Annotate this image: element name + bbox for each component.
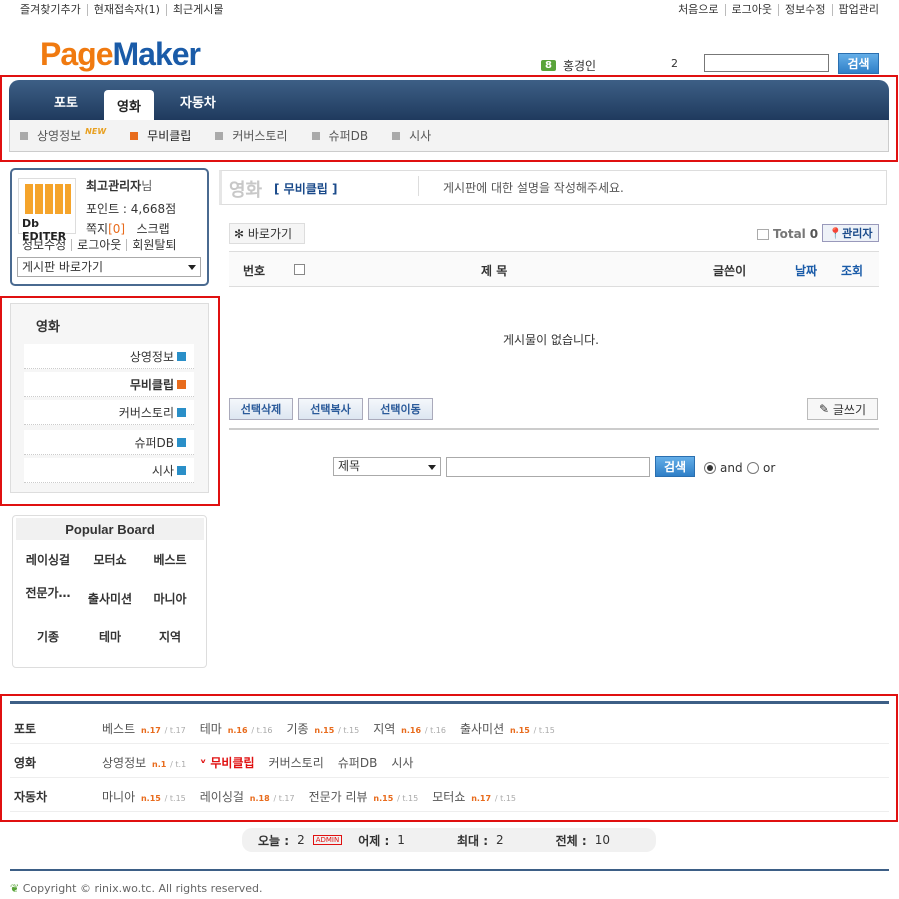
list-icon <box>757 228 769 240</box>
col-no: 번호 <box>243 264 266 278</box>
select-copy-button[interactable]: 선택복사 <box>298 398 363 420</box>
popular-item[interactable]: 출사미션 <box>80 590 140 607</box>
board-description: 게시판에 대한 설명을 작성해주세요. <box>443 181 624 195</box>
popular-item[interactable]: 기종 <box>18 628 78 645</box>
visitor-stats: 오늘 : 2 ADMIN 어제 : 1 최대 : 2 전체 : 10 <box>242 828 656 852</box>
board-title: 영화 <box>229 180 263 201</box>
select-move-button[interactable]: 선택이동 <box>368 398 433 420</box>
popular-item[interactable]: 전문가… <box>18 584 78 601</box>
current-users-link[interactable]: 현재접속자(1) <box>86 4 166 16</box>
popular-item[interactable]: 모터쇼 <box>80 551 140 568</box>
radio-icon <box>704 462 716 474</box>
site-logo[interactable]: PageMaker <box>40 36 201 73</box>
shortcut-button[interactable]: ✻ 바로가기 <box>229 223 305 244</box>
recent-posts-link[interactable]: 최근게시물 <box>165 4 230 16</box>
sprout-icon: ❦ <box>10 882 20 895</box>
radio-and[interactable]: and <box>704 461 743 475</box>
edit-info-link[interactable]: 정보수정 <box>22 239 71 251</box>
online-user-name[interactable]: 홍경인 <box>563 57 596 74</box>
admin-button[interactable]: 📍 관리자 <box>822 224 879 242</box>
search-field-select[interactable]: 제목 <box>333 457 441 476</box>
logout-link[interactable]: 로그아웃 <box>724 4 778 16</box>
copyright: ❦ Copyright © rinix.wo.tc. All rights re… <box>10 882 263 895</box>
popular-item[interactable]: 지역 <box>140 628 200 645</box>
member-point: 포인트 : 4,668점 <box>86 202 177 216</box>
chevron-down-icon <box>188 265 196 270</box>
radio-or[interactable]: or <box>747 461 775 475</box>
home-link[interactable]: 처음으로 <box>672 4 724 16</box>
radio-icon <box>747 462 759 474</box>
table-header: 번호 제 목 글쓴이 날짜 조회 <box>229 251 879 287</box>
chevron-down-icon <box>428 465 436 470</box>
col-date[interactable]: 날짜 <box>795 262 817 279</box>
board-search-input[interactable] <box>446 457 650 477</box>
pin-icon: 📍 <box>828 226 843 240</box>
list-bottom-line <box>229 428 879 430</box>
scrap-link[interactable]: 스크랩 <box>137 222 170 236</box>
footer-line <box>10 869 889 871</box>
select-all-checkbox[interactable] <box>294 264 305 275</box>
popular-board-title: Popular Board <box>16 518 204 540</box>
popular-item[interactable]: 레이싱걸 <box>18 551 78 568</box>
top-search-button[interactable]: 검색 <box>838 53 879 74</box>
col-hit[interactable]: 조회 <box>841 262 863 279</box>
popup-manage-link[interactable]: 팝업관리 <box>831 4 885 16</box>
board-shortcut-select[interactable]: 게시판 바로가기 <box>17 257 201 277</box>
online-number: 2 <box>671 57 678 70</box>
header-divider <box>418 176 419 196</box>
member-logo: Db EDITER <box>18 178 76 243</box>
side-highlight-box <box>0 296 220 506</box>
member-name: 최고관리자님 <box>86 179 153 193</box>
online-user: 8 홍경인 <box>541 57 596 74</box>
logout-link-side[interactable]: 로그아웃 <box>71 239 126 251</box>
col-writer: 글쓴이 <box>713 264 747 278</box>
nav-highlight-box <box>0 75 898 162</box>
member-memo: 쪽지[0] 스크랩 <box>86 222 170 236</box>
col-subject: 제 목 <box>481 264 508 278</box>
online-count-badge: 8 <box>541 60 556 71</box>
empty-message: 게시물이 없습니다. <box>503 333 599 347</box>
select-delete-button[interactable]: 선택삭제 <box>229 398 293 420</box>
admin-badge: ADMIN <box>312 835 343 845</box>
member-links: 정보수정 로그아웃 회원탈퇴 <box>22 239 182 251</box>
top-links-left: 즐겨찾기추가 현재접속자(1) 최근게시물 <box>14 4 230 16</box>
write-button[interactable]: ✎ 글쓰기 <box>807 398 878 420</box>
grid-icon <box>25 184 71 214</box>
edit-profile-link[interactable]: 정보수정 <box>778 4 831 16</box>
popular-item[interactable]: 마니아 <box>140 590 200 607</box>
pencil-icon: ✎ <box>819 402 833 416</box>
top-search-input[interactable] <box>704 54 829 72</box>
sitemap-highlight-box <box>0 694 898 822</box>
total-count: Total 0 <box>757 227 818 241</box>
board-search-button[interactable]: 검색 <box>655 456 695 477</box>
popular-item[interactable]: 베스트 <box>140 551 200 568</box>
top-links-right: 처음으로 로그아웃 정보수정 팝업관리 <box>672 4 885 16</box>
board-subtitle: [ 무비클립 ] <box>274 182 338 196</box>
withdraw-link[interactable]: 회원탈퇴 <box>126 239 181 251</box>
bookmark-link[interactable]: 즐겨찾기추가 <box>14 4 87 16</box>
popular-item[interactable]: 테마 <box>80 628 140 645</box>
memo-link[interactable]: 쪽지 <box>86 222 108 236</box>
